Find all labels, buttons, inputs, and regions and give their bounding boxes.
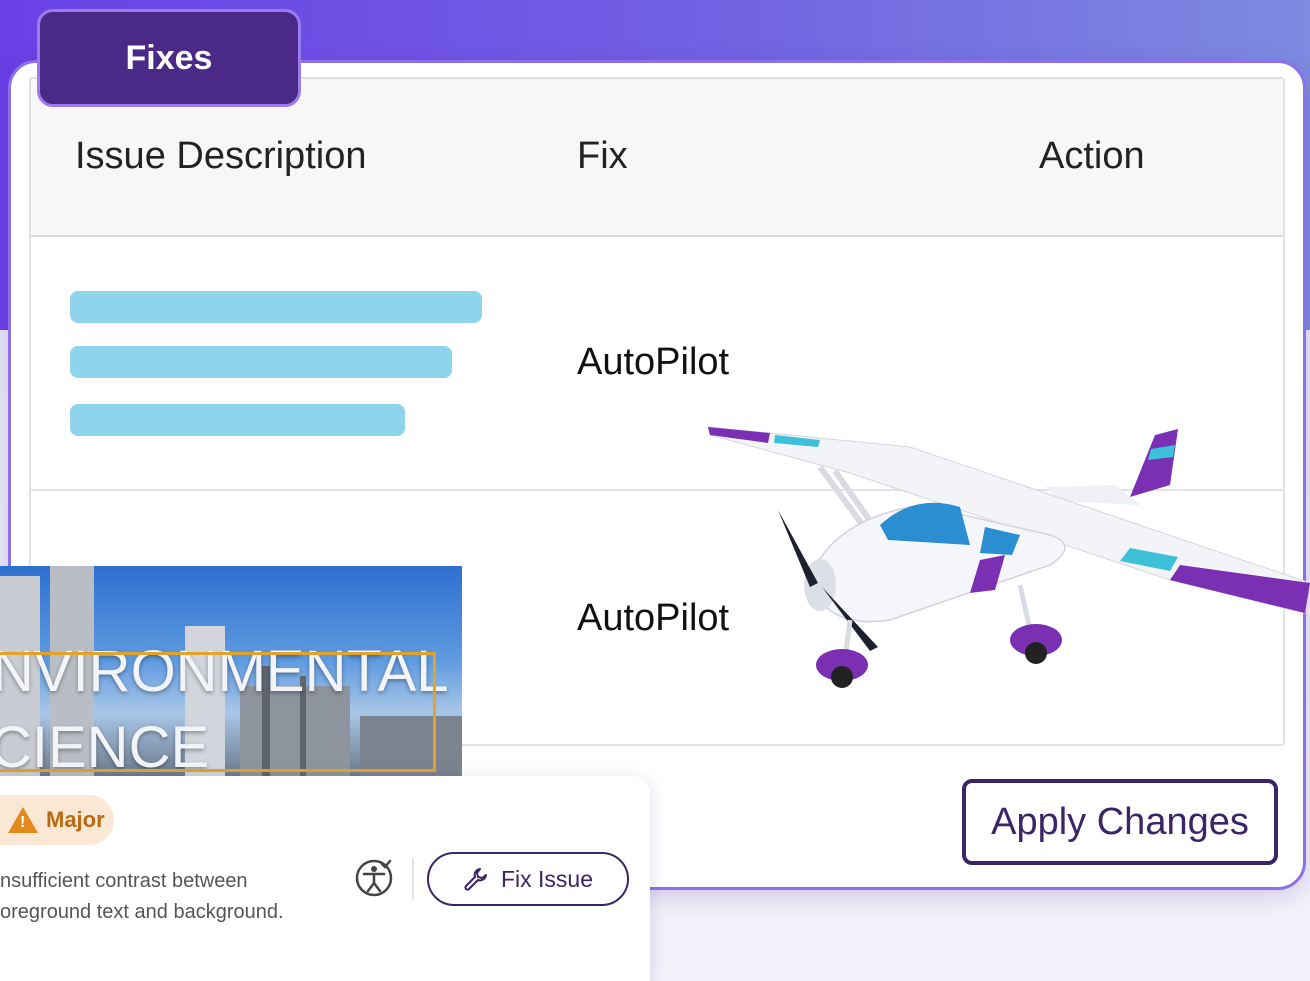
issue-description-line-2: oreground text and background. (0, 901, 284, 923)
fix-cell: AutoPilot (577, 341, 730, 383)
column-header-issue-description: Issue Description (75, 135, 367, 177)
airplane-illustration (707, 426, 1310, 688)
description-placeholder-line (70, 291, 482, 323)
severity-badge: Major (0, 795, 114, 845)
fix-issue-button[interactable]: Fix Issue (427, 852, 629, 906)
wrench-icon (464, 868, 487, 891)
fix-issue-label: Fix Issue (500, 865, 594, 892)
column-header-action: Action (1039, 135, 1145, 177)
severity-label: Major (46, 807, 105, 832)
tab-fixes[interactable]: Fixes (37, 9, 301, 107)
column-header-fix: Fix (577, 135, 628, 177)
warning-icon (8, 807, 38, 833)
focus-highlight-frame (0, 652, 436, 772)
issue-description-line-1: nsufficient contrast between (0, 870, 248, 892)
divider (412, 858, 414, 900)
apply-changes-button[interactable]: Apply Changes (962, 779, 1278, 865)
description-placeholder-line (70, 346, 452, 378)
description-placeholder-line (70, 404, 405, 436)
accessibility-icon[interactable] (354, 858, 394, 898)
